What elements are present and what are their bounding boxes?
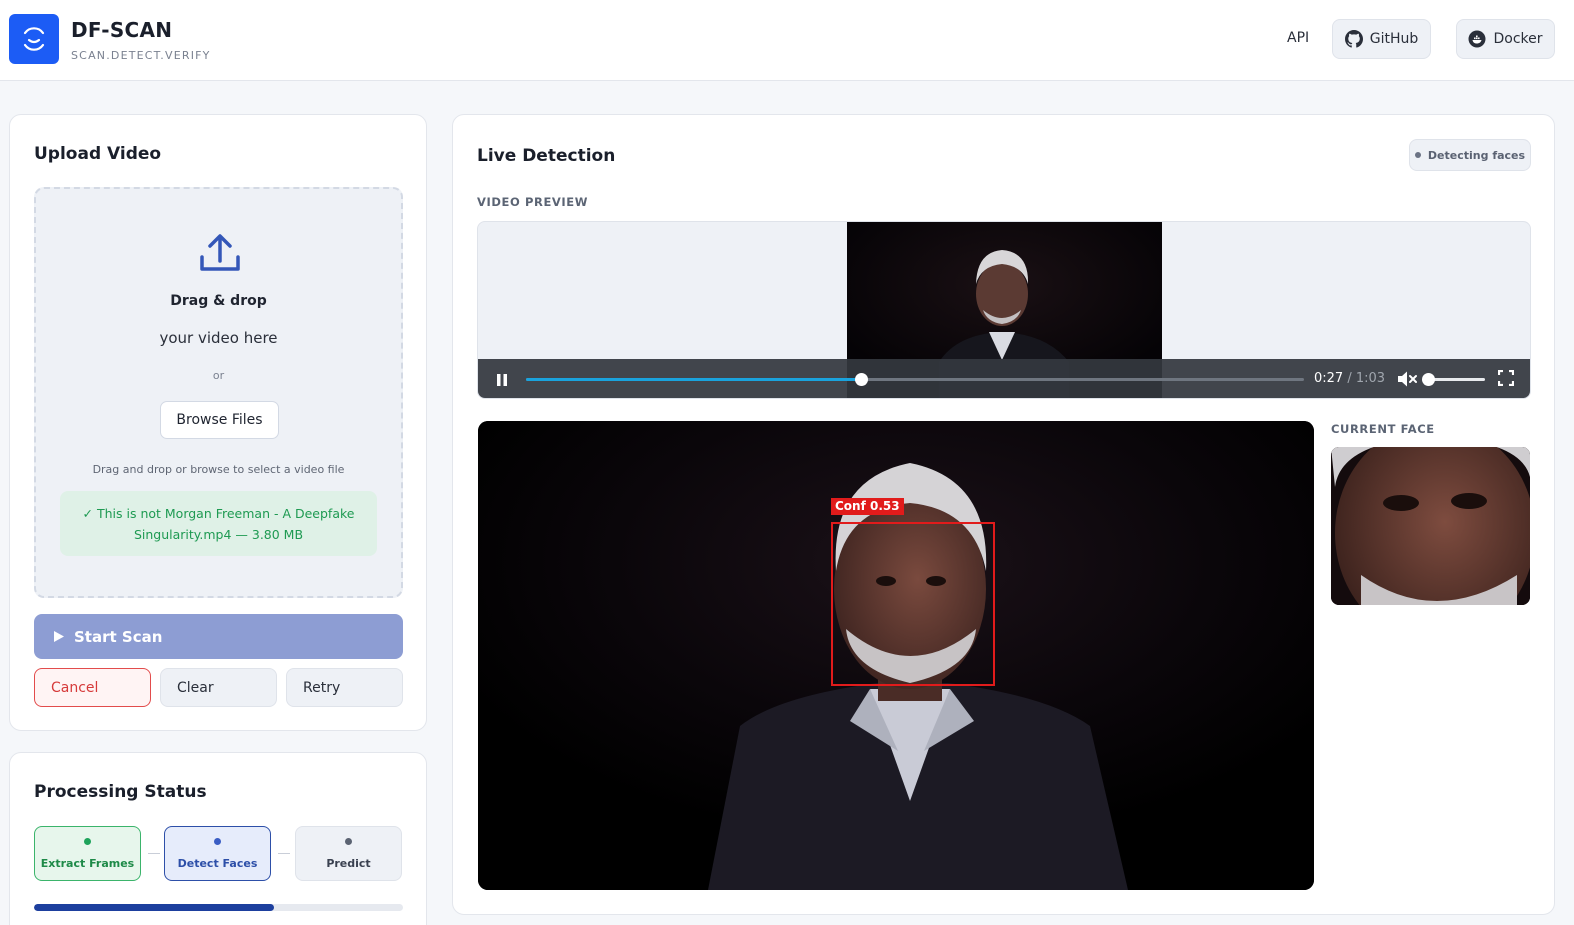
video-preview-label: VIDEO PREVIEW [477, 195, 589, 209]
video-player[interactable]: 0:27 / 1:03 [477, 221, 1531, 399]
volume-slider[interactable] [1422, 373, 1485, 386]
processing-status-title: Processing Status [34, 782, 207, 802]
face-bounding-box [831, 522, 995, 686]
status-dot [1414, 152, 1421, 158]
step-connector [148, 853, 160, 854]
upload-icon [198, 231, 242, 279]
time-separator: / [1343, 371, 1356, 386]
app-header: DF-SCAN SCAN.DETECT.VERIFY API GitHub Do… [0, 0, 1574, 81]
upload-title: Upload Video [34, 144, 162, 164]
clear-button[interactable]: Clear [160, 668, 277, 707]
dropzone-hint: Drag and drop or browse to select a vide… [92, 463, 345, 476]
pause-icon[interactable] [496, 372, 508, 391]
video-controls: 0:27 / 1:03 [478, 359, 1530, 398]
docker-button[interactable]: Docker [1456, 19, 1555, 59]
current-face-thumbnail [1331, 447, 1530, 605]
nav-api-link[interactable]: API [1287, 30, 1309, 46]
seek-bar-handle[interactable] [854, 373, 868, 386]
play-icon [54, 631, 64, 642]
playback-time: 0:27 / 1:03 [1314, 371, 1385, 386]
browse-files-button[interactable]: Browse Files [160, 401, 279, 439]
fullscreen-icon[interactable] [1497, 369, 1515, 390]
upload-card: Upload Video Drag & drop your video here… [9, 114, 427, 731]
docker-label: Docker [1493, 31, 1543, 47]
step-status-dot [345, 838, 352, 845]
video-dropzone[interactable]: Drag & drop your video here or Browse Fi… [34, 187, 403, 598]
cancel-button[interactable]: Cancel [34, 668, 151, 707]
github-button[interactable]: GitHub [1332, 19, 1431, 59]
start-scan-label: Start Scan [74, 627, 163, 646]
step-detect-faces: Detect Faces [164, 826, 271, 881]
step-label: Detect Faces [177, 857, 258, 870]
current-time: 0:27 [1314, 371, 1344, 386]
github-icon [1344, 30, 1363, 48]
step-label: Extract Frames [40, 857, 135, 870]
seek-bar[interactable] [526, 373, 1304, 386]
scan-logo-icon [9, 14, 59, 64]
detection-status-text: Detecting faces [1427, 148, 1526, 162]
detection-frame: Conf 0.53 [478, 421, 1314, 890]
start-scan-button[interactable]: Start Scan [34, 614, 403, 659]
dropzone-or: or [212, 369, 225, 382]
current-face-label: CURRENT FACE [1331, 422, 1435, 436]
docker-icon [1468, 30, 1486, 48]
app-tagline: SCAN.DETECT.VERIFY [71, 49, 211, 62]
duration: 1:03 [1355, 371, 1386, 386]
step-predict: Predict [295, 826, 402, 881]
step-label: Predict [326, 857, 371, 870]
processing-progress-bar [34, 904, 403, 911]
github-label: GitHub [1369, 31, 1419, 47]
dropzone-subtitle: your video here [159, 329, 278, 347]
live-detection-title: Live Detection [477, 146, 616, 166]
dropzone-title: Drag & drop [170, 293, 267, 309]
confidence-label: Conf 0.53 [831, 498, 904, 515]
detection-status-badge: Detecting faces [1409, 139, 1531, 171]
step-extract-frames: Extract Frames [34, 826, 141, 881]
processing-progress-fill [34, 904, 274, 911]
step-status-dot [84, 838, 91, 845]
mute-icon[interactable] [1397, 370, 1417, 392]
app-title: DF-SCAN [71, 18, 173, 42]
step-connector [278, 853, 290, 854]
selected-file-status: ✓ This is not Morgan Freeman - A Deepfak… [60, 491, 377, 556]
live-detection-card: Live Detection Detecting faces VIDEO PRE… [452, 114, 1555, 915]
step-status-dot [214, 838, 221, 845]
seek-bar-fill [526, 378, 861, 381]
retry-button[interactable]: Retry [286, 668, 403, 707]
volume-handle[interactable] [1422, 373, 1435, 386]
processing-status-card: Processing Status Extract Frames Detect … [9, 752, 427, 925]
